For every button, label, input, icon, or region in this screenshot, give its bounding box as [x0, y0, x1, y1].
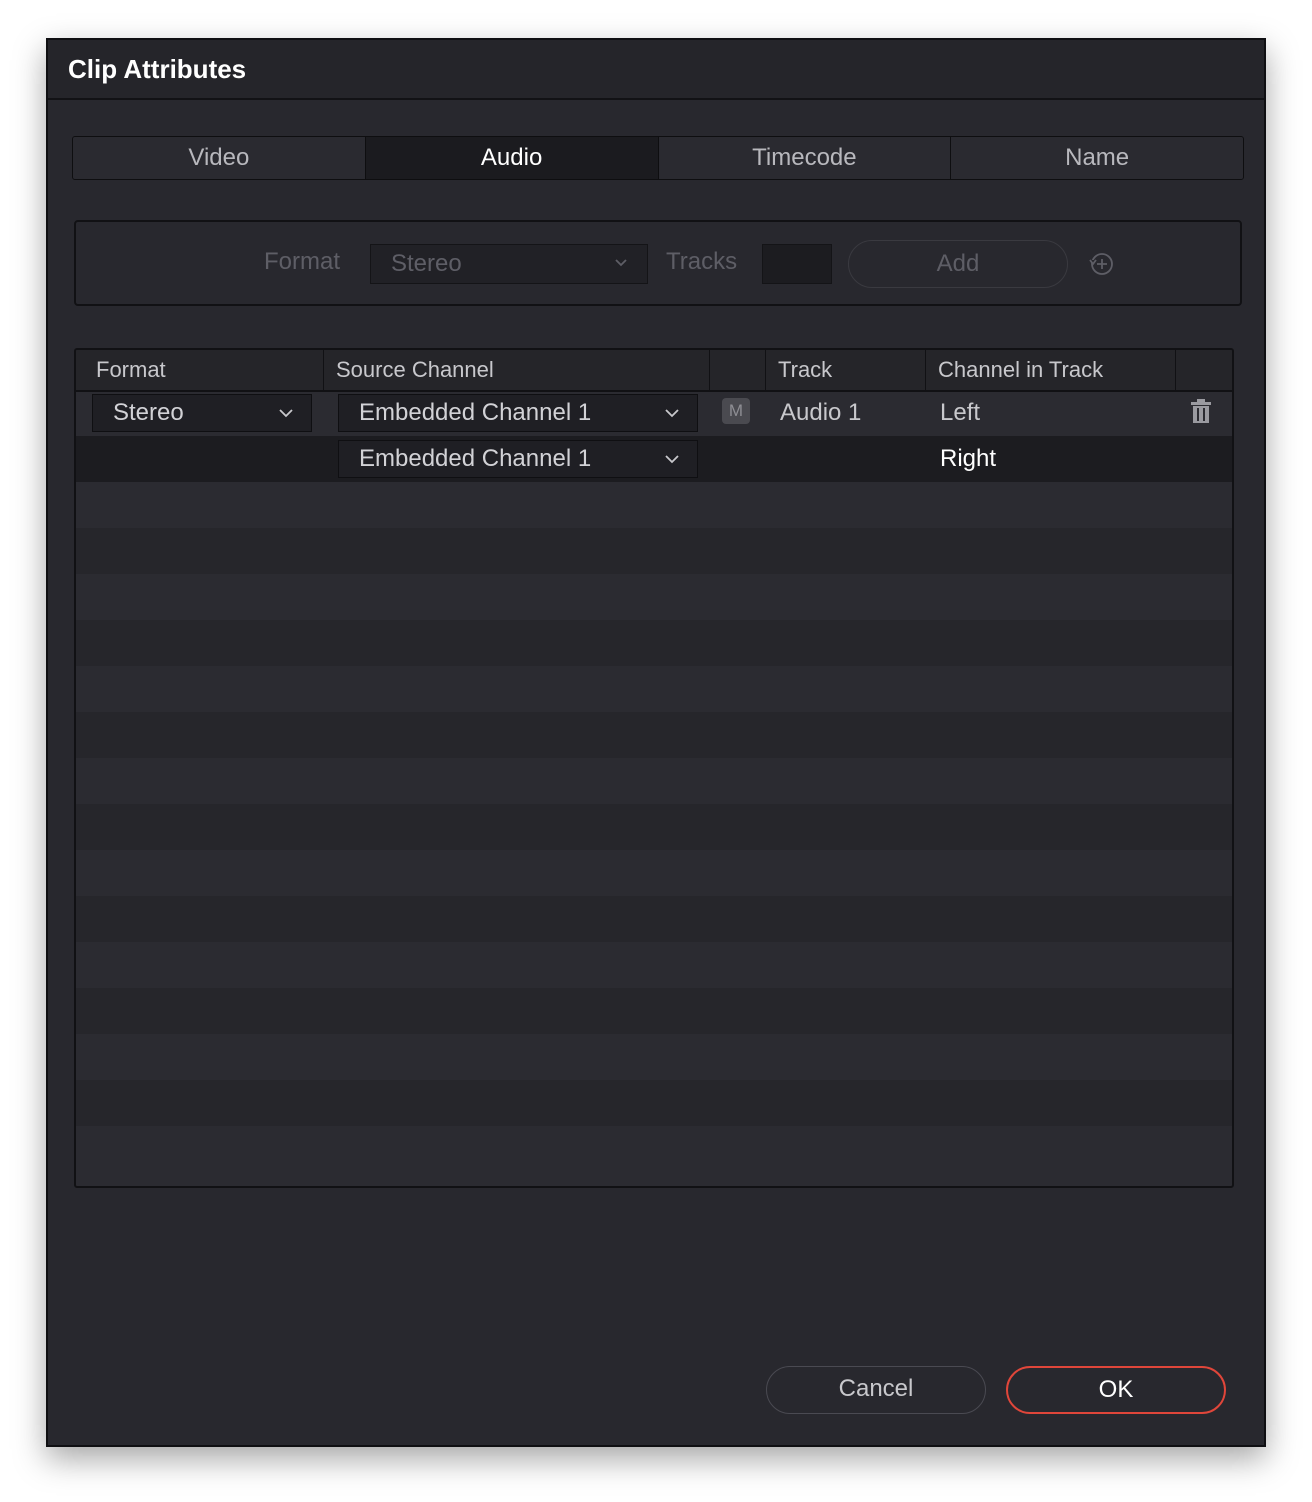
trash-icon[interactable] [1190, 398, 1212, 424]
format-select[interactable]: Stereo [370, 244, 648, 284]
chevron-down-icon [279, 409, 293, 418]
col-channel-in-track: Channel in Track [926, 350, 1176, 390]
table-row: Stereo Embedded Channel 1 M Audio 1 Left [76, 390, 1232, 436]
empty-row [76, 528, 1232, 574]
tab-audio[interactable]: Audio [365, 137, 659, 179]
empty-row [76, 896, 1232, 942]
empty-row [76, 482, 1232, 528]
tracks-label: Tracks [666, 248, 738, 275]
table-row: Embedded Channel 1 Right [76, 436, 1232, 482]
track-value: Audio 1 [780, 399, 862, 426]
col-track: Track [766, 350, 926, 390]
table-header: Format Source Channel Track Channel in T… [76, 350, 1232, 392]
empty-row [76, 850, 1232, 896]
col-source-channel: Source Channel [324, 350, 710, 390]
empty-row [76, 988, 1232, 1034]
row-format-value: Stereo [113, 399, 184, 426]
source-channel-select[interactable]: Embedded Channel 1 [338, 394, 698, 432]
source-channel-value: Embedded Channel 1 [359, 399, 592, 426]
tab-name[interactable]: Name [951, 137, 1243, 179]
tab-video[interactable]: Video [73, 137, 366, 179]
empty-row [76, 1080, 1232, 1126]
empty-row [76, 666, 1232, 712]
source-channel-value: Embedded Channel 1 [359, 445, 592, 472]
col-actions [1176, 350, 1232, 390]
mute-toggle[interactable]: M [722, 398, 750, 424]
empty-row [76, 804, 1232, 850]
col-format: Format [76, 350, 324, 390]
cancel-button[interactable]: Cancel [766, 1366, 986, 1414]
empty-row [76, 758, 1232, 804]
empty-row [76, 574, 1232, 620]
col-mute [710, 350, 766, 390]
ok-button[interactable]: OK [1006, 1366, 1226, 1414]
channel-in-track-value: Left [940, 399, 981, 426]
tab-timecode[interactable]: Timecode [658, 137, 952, 179]
dialog-title: Clip Attributes [68, 54, 247, 84]
format-label: Format [264, 248, 341, 275]
chevron-down-icon [615, 259, 627, 267]
empty-row [76, 942, 1232, 988]
empty-row [76, 620, 1232, 666]
reset-add-icon[interactable] [1088, 250, 1116, 278]
channel-in-track-value: Right [940, 445, 997, 472]
clip-attributes-dialog: Clip Attributes Video Audio Timecode Nam… [46, 38, 1266, 1447]
empty-row [76, 712, 1232, 758]
add-track-panel: Format Stereo Tracks Add [74, 220, 1242, 306]
tracks-input[interactable] [762, 244, 832, 284]
add-button[interactable]: Add [848, 240, 1068, 288]
audio-mapping-table: Format Source Channel Track Channel in T… [74, 348, 1234, 1188]
chevron-down-icon [665, 409, 679, 418]
chevron-down-icon [665, 455, 679, 464]
source-channel-select[interactable]: Embedded Channel 1 [338, 440, 698, 478]
format-select-value: Stereo [391, 250, 462, 277]
empty-row [76, 1126, 1232, 1172]
empty-row [76, 1034, 1232, 1080]
row-format-select[interactable]: Stereo [92, 394, 312, 432]
title-bar: Clip Attributes [48, 40, 1264, 100]
tab-bar: Video Audio Timecode Name [72, 136, 1244, 180]
